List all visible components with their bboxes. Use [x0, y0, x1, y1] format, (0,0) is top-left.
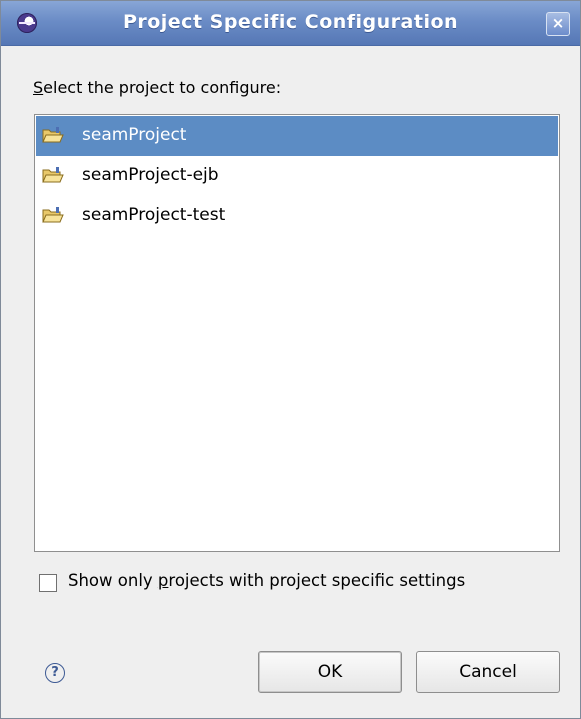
- list-item[interactable]: seamProject: [36, 116, 558, 156]
- dialog-title: Project Specific Configuration: [122, 11, 459, 33]
- project-folder-icon: [42, 127, 64, 143]
- list-item-label: seamProject-ejb: [82, 165, 219, 185]
- list-item-label: seamProject: [82, 125, 187, 145]
- project-list[interactable]: seamProject seamProject-ejb seamProject-…: [34, 114, 560, 552]
- checkbox-mnemonic: p: [157, 571, 169, 590]
- project-folder-icon: [42, 207, 64, 223]
- cancel-button[interactable]: Cancel: [416, 651, 560, 693]
- project-specific-checkbox[interactable]: [39, 574, 57, 592]
- dialog-window: Project Specific Configuration × Select …: [0, 0, 581, 719]
- title-bar[interactable]: Project Specific Configuration ×: [1, 1, 580, 46]
- select-project-label-text: elect the project to configure:: [43, 78, 282, 97]
- list-item[interactable]: seamProject-ejb: [36, 156, 558, 196]
- project-folder-icon: [42, 167, 64, 183]
- list-item-label: seamProject-test: [82, 205, 226, 225]
- checkbox-label-end: rojects with project specific settings: [168, 571, 466, 590]
- eclipse-app-icon: [17, 13, 37, 33]
- checkbox-label-start: Show only: [68, 571, 158, 590]
- select-mnemonic: S: [33, 78, 44, 97]
- ok-button[interactable]: OK: [258, 651, 402, 693]
- select-project-label: Select the project to configure:: [33, 78, 281, 97]
- list-item[interactable]: seamProject-test: [36, 196, 558, 236]
- close-button[interactable]: ×: [546, 12, 570, 36]
- help-icon[interactable]: ?: [45, 663, 65, 683]
- project-specific-checkbox-label[interactable]: Show only projects with project specific…: [68, 571, 465, 590]
